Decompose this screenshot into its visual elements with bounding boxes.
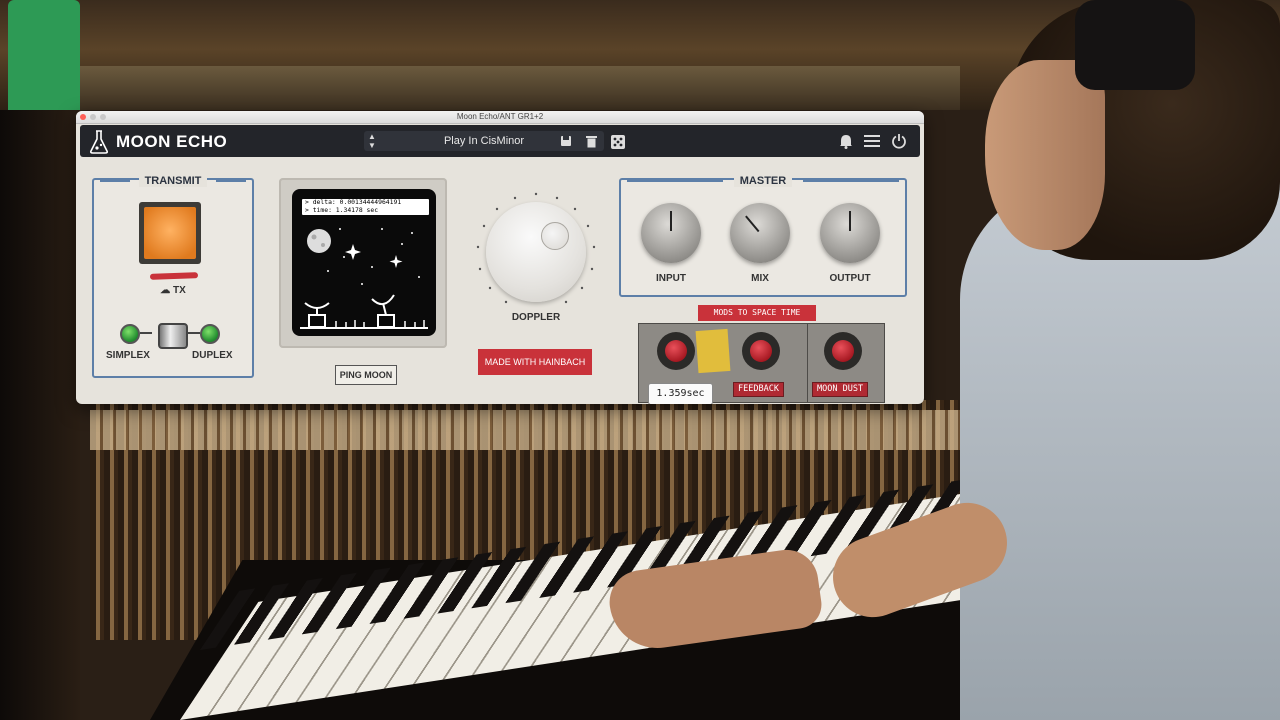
window-title: Moon Echo/ANT GR1+2 (456, 112, 544, 121)
feedback-knob[interactable] (742, 332, 780, 370)
switch-line (140, 332, 152, 334)
duplex-led[interactable] (200, 324, 220, 344)
piano-felt (90, 410, 990, 450)
moon-scene-icon (300, 228, 428, 329)
moon-dust-knob[interactable] (824, 332, 862, 370)
mix-label: MIX (751, 273, 769, 284)
knob-pointer (849, 211, 851, 231)
bell-icon[interactable] (839, 134, 853, 149)
duplex-label: DUPLEX (192, 350, 233, 361)
knob-pointer (670, 211, 672, 231)
preset-selector[interactable]: ▲ ▼ Play In CisMinor (364, 131, 604, 151)
dice-icon[interactable] (611, 135, 625, 149)
mods-title: MODS TO SPACE TIME (698, 305, 816, 321)
moon-dust-label: MOON DUST (812, 382, 869, 397)
save-icon[interactable] (560, 135, 572, 147)
master-title: MASTER (733, 175, 793, 187)
app-name: MOON ECHO (116, 132, 228, 151)
simplex-duplex-toggle[interactable] (158, 323, 188, 349)
mods-divider (807, 324, 808, 402)
headphones (1075, 0, 1195, 90)
doppler-label: DOPPLER (511, 312, 561, 323)
person-shirt (960, 180, 1280, 720)
knob-cap (665, 340, 687, 362)
transmit-section: TRANSMIT ☁ TX SIMPLEX DUPLEX (92, 175, 254, 378)
doppler-knob-indicator (541, 222, 569, 250)
made-with-hainbach-button[interactable]: MADE WITH HAINBACH (478, 349, 592, 375)
output-knob[interactable] (820, 203, 880, 263)
knob-cap (750, 340, 772, 362)
plugin-window: Moon Echo/ANT GR1+2 MOON ECHO ▲ ▼ Play In… (76, 111, 924, 404)
knob-cap (832, 340, 854, 362)
window-titlebar: Moon Echo/ANT GR1+2 (76, 111, 924, 124)
piano-rail (60, 66, 960, 110)
tx-button[interactable] (139, 202, 201, 264)
simplex-label: SIMPLEX (106, 350, 150, 361)
switch-line (188, 332, 200, 334)
input-knob[interactable] (641, 203, 701, 263)
transmit-title: TRANSMIT (138, 175, 208, 187)
scope-frame: > delta: 0.00134444964191 > time: 1.3417… (279, 178, 447, 348)
moon-scope-display: > delta: 0.00134444964191 > time: 1.3417… (292, 189, 436, 336)
master-section: MASTER INPUT MIX OUTPUT (619, 175, 907, 297)
simplex-led[interactable] (120, 324, 140, 344)
output-label: OUTPUT (829, 273, 871, 284)
time-mod-knob[interactable] (657, 332, 695, 370)
flask-logo-icon (89, 130, 109, 154)
tx-label: ☁ TX (160, 285, 186, 296)
piano-side-shadow (0, 110, 80, 720)
doppler-knob[interactable] (486, 202, 586, 302)
input-label: INPUT (656, 273, 686, 284)
value-tooltip: 1.359sec (648, 383, 713, 404)
red-tape-mark (149, 272, 199, 280)
tx-lamp (144, 207, 196, 259)
menu-icon[interactable] (864, 134, 880, 148)
plugin-toolbar: MOON ECHO ▲ ▼ Play In CisMinor (80, 125, 920, 157)
mods-sticker (695, 328, 731, 374)
power-icon[interactable] (891, 133, 907, 149)
trash-icon[interactable] (586, 134, 597, 148)
ping-moon-button[interactable]: PING MOON (335, 365, 397, 385)
knob-pointer (745, 215, 760, 233)
mix-knob[interactable] (730, 203, 790, 263)
feedback-label: FEEDBACK (733, 382, 784, 397)
